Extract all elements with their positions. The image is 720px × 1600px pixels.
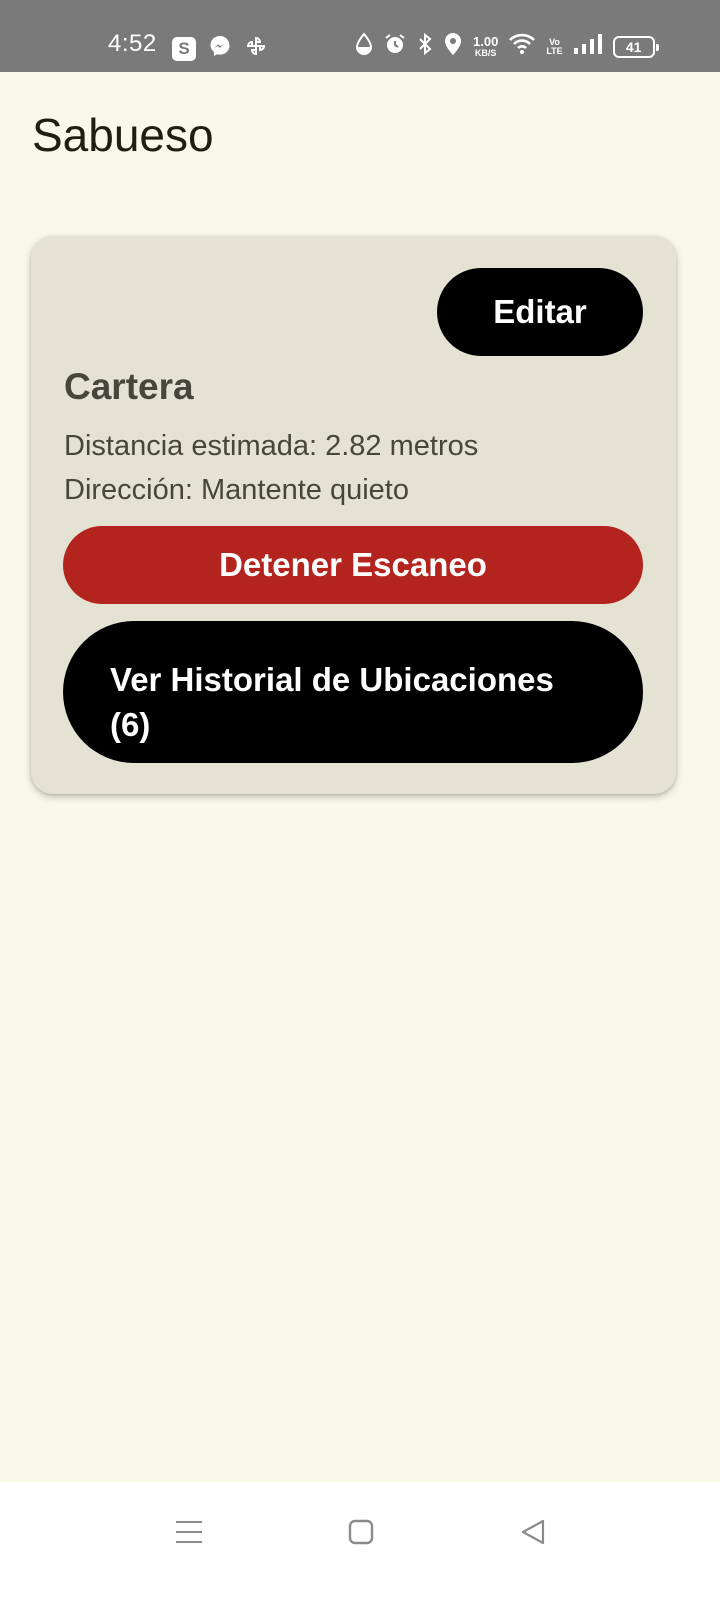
location-icon bbox=[443, 32, 463, 61]
navigation-bar bbox=[0, 1482, 720, 1600]
wifi-icon bbox=[508, 33, 536, 60]
s-app-icon: S bbox=[172, 36, 196, 61]
estimated-distance: Distancia estimada: 2.82 metros bbox=[64, 430, 479, 462]
pinwheel-icon bbox=[244, 34, 268, 63]
location-history-button[interactable]: Ver Historial de Ubicaciones (6) bbox=[63, 621, 643, 763]
status-bar: 4:52 S 1.00 KB/S Vo LTE 41 bbox=[0, 0, 720, 72]
edit-button[interactable]: Editar bbox=[437, 268, 643, 356]
network-speed: 1.00 KB/S bbox=[473, 34, 499, 58]
menu-icon[interactable] bbox=[167, 1510, 211, 1554]
status-time: 4:52 bbox=[108, 30, 157, 57]
bluetooth-icon bbox=[417, 32, 433, 61]
page-title: Sabueso bbox=[32, 109, 214, 161]
notification-icons: S bbox=[172, 34, 268, 63]
item-name: Cartera bbox=[64, 366, 194, 407]
direction-text: Dirección: Mantente quieto bbox=[64, 474, 409, 506]
back-icon[interactable] bbox=[511, 1510, 555, 1554]
messenger-icon bbox=[208, 34, 232, 63]
water-drop-icon bbox=[355, 32, 373, 61]
signal-icon bbox=[573, 33, 603, 60]
battery-icon: 41 bbox=[612, 35, 659, 58]
alarm-icon bbox=[383, 32, 407, 61]
home-icon[interactable] bbox=[339, 1510, 383, 1554]
volte-indicator: Vo LTE bbox=[546, 36, 563, 56]
item-card: Editar Cartera Distancia estimada: 2.82 … bbox=[31, 236, 676, 794]
stop-scan-button[interactable]: Detener Escaneo bbox=[63, 526, 643, 604]
system-icons: 1.00 KB/S Vo LTE 41 bbox=[355, 32, 659, 61]
